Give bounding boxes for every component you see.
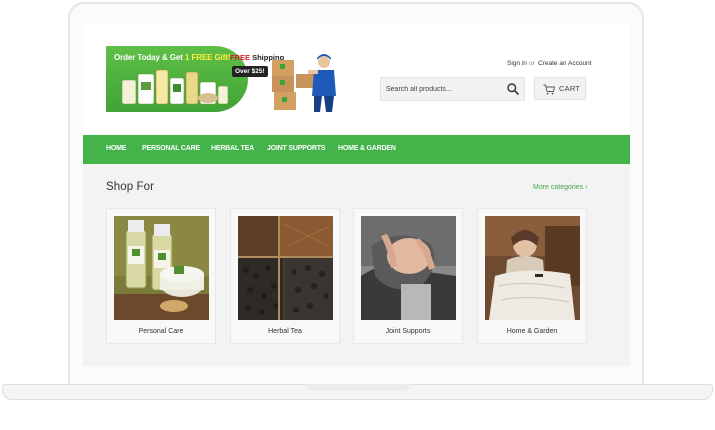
or-separator: or (529, 60, 535, 67)
delivery-person-image (272, 54, 336, 112)
over-25-badge: Over $25! (232, 66, 268, 77)
cart-label: CART (559, 84, 581, 93)
category-card-personal-care[interactable]: Personal Care (106, 208, 216, 344)
search-box (380, 77, 525, 101)
banner-headline: Order Today & Get 1 FREE Gift! (114, 53, 231, 62)
category-card-herbal-tea[interactable]: Herbal Tea (230, 208, 340, 344)
nav-item-personal-care[interactable]: PERSONAL CARE (142, 145, 200, 152)
browser-screen: Order Today & Get 1 FREE Gift! FREE Ship… (83, 24, 630, 366)
herbal-tea-image (238, 216, 333, 320)
category-label: Home & Garden (506, 328, 558, 335)
category-label: Herbal Tea (268, 328, 302, 335)
search-icon[interactable] (506, 82, 520, 96)
section-title: Shop For (106, 181, 155, 193)
joint-supports-image (361, 216, 456, 320)
nav-item-home-garden[interactable]: HOME & GARDEN (338, 145, 396, 152)
promo-banner[interactable]: Order Today & Get 1 FREE Gift! FREE Ship… (106, 46, 346, 112)
nav-item-home[interactable]: HOME (106, 145, 126, 152)
personal-care-image (114, 216, 209, 320)
category-card-joint-supports[interactable]: Joint Supports (353, 208, 463, 344)
cart-button[interactable]: CART (534, 77, 586, 100)
more-categories-link[interactable]: More categories › (533, 184, 587, 191)
category-label: Joint Supports (385, 328, 431, 335)
site-header: Order Today & Get 1 FREE Gift! FREE Ship… (83, 24, 630, 134)
category-label: Personal Care (138, 328, 184, 335)
laptop-notch (306, 384, 410, 391)
cart-icon (543, 84, 555, 95)
home-garden-image (485, 216, 580, 320)
nav-item-herbal-tea[interactable]: HERBAL TEA (211, 145, 254, 152)
create-account-link[interactable]: Create an Account (538, 60, 591, 67)
sign-in-link[interactable]: Sign in (507, 60, 527, 67)
category-card-home-garden[interactable]: Home & Garden (477, 208, 587, 344)
main-nav: HOME PERSONAL CARE HERBAL TEA JOINT SUPP… (83, 135, 630, 164)
search-input[interactable] (381, 78, 503, 100)
product-bottles-image (121, 69, 229, 105)
nav-item-joint-supports[interactable]: JOINT SUPPORTS (267, 145, 325, 152)
